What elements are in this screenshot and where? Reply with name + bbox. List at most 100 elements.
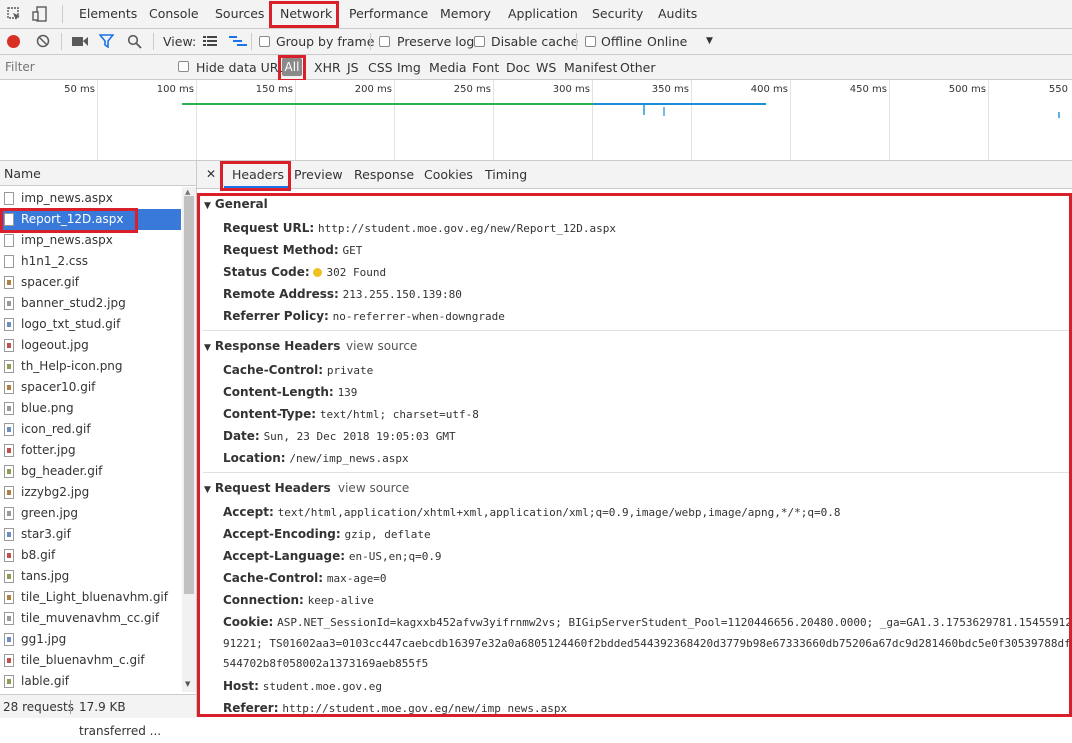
header-value: text/html; charset=utf-8 xyxy=(319,408,479,421)
request-row[interactable]: h1n1_2.css xyxy=(0,251,181,272)
tab-sources[interactable]: Sources xyxy=(215,0,264,28)
request-headers-toggle[interactable]: ▼ Request Headers xyxy=(204,481,331,495)
request-row[interactable]: th_Help-icon.png xyxy=(0,356,181,377)
filter-type-font[interactable]: Font xyxy=(472,55,499,81)
request-row[interactable]: tile_muvenavhm_cc.gif xyxy=(0,608,181,629)
filter-input[interactable] xyxy=(1,57,163,77)
timeline-overview[interactable]: 50 ms 100 ms 150 ms 200 ms 250 ms 300 ms… xyxy=(0,80,1072,161)
filter-type-js[interactable]: JS xyxy=(347,55,359,81)
device-toolbar-icon[interactable] xyxy=(32,6,48,22)
header-value: http://student.moe.gov.eg/new/imp_news.a… xyxy=(282,702,568,715)
filter-type-xhr[interactable]: XHR xyxy=(314,55,341,81)
throttling-select[interactable]: Online xyxy=(647,29,687,54)
timeline-gridline xyxy=(295,80,296,160)
request-row[interactable]: lable.gif xyxy=(0,671,181,692)
request-row[interactable]: bg_header.gif xyxy=(0,461,181,482)
filter-type-other[interactable]: Other xyxy=(620,55,656,81)
filter-icon[interactable] xyxy=(98,34,115,51)
request-row[interactable]: gg1.jpg xyxy=(0,629,181,650)
tab-preview[interactable]: Preview xyxy=(294,161,343,189)
request-row[interactable]: Report_12D.aspx xyxy=(0,209,181,230)
tab-performance[interactable]: Performance xyxy=(349,0,428,28)
request-row[interactable]: logo_txt_stud.gif xyxy=(0,314,181,335)
request-row[interactable]: logeout.jpg xyxy=(0,335,181,356)
filter-type-manifest[interactable]: Manifest xyxy=(564,55,617,81)
request-row[interactable]: green.jpg xyxy=(0,503,181,524)
timeline-gridline xyxy=(493,80,494,160)
filter-type-css[interactable]: CSS xyxy=(368,55,393,81)
filter-type-doc[interactable]: Doc xyxy=(506,55,530,81)
filter-type-img[interactable]: Img xyxy=(397,55,421,81)
request-row[interactable]: icon_red.gif xyxy=(0,419,181,440)
large-rows-icon[interactable] xyxy=(203,36,217,50)
tab-cookies[interactable]: Cookies xyxy=(424,161,473,189)
tab-response[interactable]: Response xyxy=(354,161,414,189)
name-column-header[interactable]: Name xyxy=(0,161,196,186)
request-name: spacer.gif xyxy=(21,275,80,289)
request-row[interactable]: blue.png xyxy=(0,398,181,419)
timeline-gridline xyxy=(691,80,692,160)
offline-checkbox[interactable] xyxy=(585,36,596,47)
tab-elements[interactable]: Elements xyxy=(79,0,137,28)
timeline-tick-label: 50 ms xyxy=(64,84,95,95)
record-icon[interactable] xyxy=(7,35,20,48)
close-icon[interactable]: ✕ xyxy=(206,167,216,181)
tab-application[interactable]: Application xyxy=(508,0,578,28)
request-name: green.jpg xyxy=(21,506,79,520)
general-section-toggle[interactable]: ▼ General xyxy=(204,197,268,211)
request-row[interactable]: banner_stud2.jpg xyxy=(0,293,181,314)
clear-icon[interactable] xyxy=(36,34,50,51)
request-row[interactable]: imp_news.aspx xyxy=(0,188,181,209)
request-row[interactable]: imp_news.aspx xyxy=(0,230,181,251)
request-row[interactable]: tans.jpg xyxy=(0,566,181,587)
header-value: 213.255.150.139:80 xyxy=(342,288,462,301)
tab-audits[interactable]: Audits xyxy=(658,0,697,28)
request-name: logeout.jpg xyxy=(21,338,89,352)
scroll-up-icon[interactable]: ▲ xyxy=(185,188,190,196)
capture-screenshots-icon[interactable] xyxy=(72,35,88,50)
request-name: fotter.jpg xyxy=(21,443,76,457)
response-headers-toggle[interactable]: ▼ Response Headers xyxy=(204,339,340,353)
request-row[interactable]: tile_Light_bluenavhm.gif xyxy=(0,587,181,608)
header-key: Connection: xyxy=(223,593,304,607)
header-key: Host: xyxy=(223,679,259,693)
header-row: Referer: http://student.moe.gov.eg/new/i… xyxy=(223,701,567,715)
view-source-link[interactable]: view source xyxy=(338,481,409,495)
tab-security[interactable]: Security xyxy=(592,0,643,28)
filter-type-ws[interactable]: WS xyxy=(536,55,556,81)
tab-network[interactable]: Network xyxy=(280,0,332,28)
tab-console[interactable]: Console xyxy=(149,0,199,28)
scroll-down-icon[interactable]: ▼ xyxy=(185,680,190,688)
request-row[interactable]: star3.gif xyxy=(0,524,181,545)
tab-headers[interactable]: Headers xyxy=(232,161,284,189)
scrollbar-thumb[interactable] xyxy=(184,196,194,594)
header-value: keep-alive xyxy=(307,594,374,607)
request-row[interactable]: tile_bluenavhm_c.gif xyxy=(0,650,181,671)
header-key: Date: xyxy=(223,429,260,443)
waterfall-overview-icon[interactable] xyxy=(229,35,247,51)
header-row: Host: student.moe.gov.eg xyxy=(223,679,382,693)
active-tab-indicator xyxy=(224,186,288,188)
header-key: Accept: xyxy=(223,505,274,519)
preserve-log-checkbox[interactable] xyxy=(379,36,390,47)
group-by-frame-checkbox[interactable] xyxy=(259,36,270,47)
toolbar-divider xyxy=(251,33,252,50)
view-source-link[interactable]: view source xyxy=(346,339,417,353)
filter-type-all[interactable]: All xyxy=(282,58,302,76)
inspect-element-icon[interactable] xyxy=(6,6,22,22)
filter-type-media[interactable]: Media xyxy=(429,55,467,81)
tab-memory[interactable]: Memory xyxy=(440,0,491,28)
tab-timing[interactable]: Timing xyxy=(485,161,527,189)
request-row[interactable]: spacer.gif xyxy=(0,272,181,293)
status-divider xyxy=(70,700,71,714)
timeline-bar-marker xyxy=(643,103,645,115)
search-icon[interactable] xyxy=(127,34,142,52)
header-value: private xyxy=(326,364,374,377)
request-row[interactable]: spacer10.gif xyxy=(0,377,181,398)
request-row[interactable]: fotter.jpg xyxy=(0,440,181,461)
request-row[interactable]: izzybg2.jpg xyxy=(0,482,181,503)
request-row[interactable]: b8.gif xyxy=(0,545,181,566)
chevron-down-icon[interactable]: ▼ xyxy=(706,29,713,54)
hide-data-urls-checkbox[interactable] xyxy=(178,61,189,72)
disable-cache-checkbox[interactable] xyxy=(474,36,485,47)
